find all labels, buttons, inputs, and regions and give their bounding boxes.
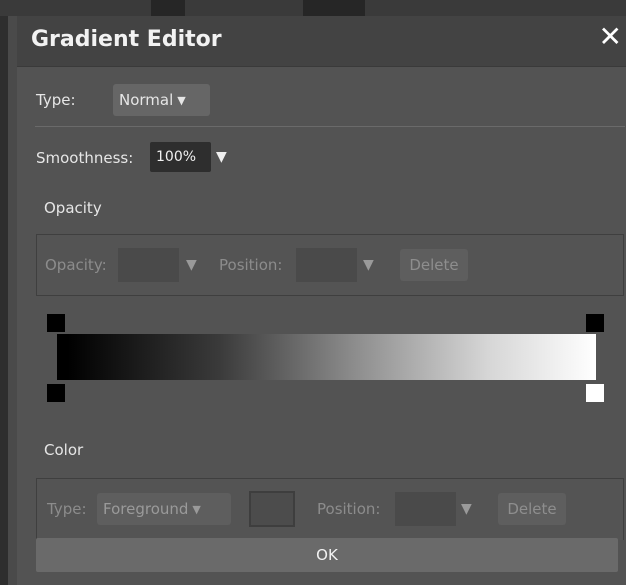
opacity-heading: Opacity	[44, 199, 102, 217]
color-stop-right[interactable]	[586, 384, 604, 402]
color-heading: Color	[44, 441, 84, 459]
background-left-edge	[0, 16, 8, 585]
color-position-dropdown-icon[interactable]: ▼	[461, 501, 472, 517]
chevron-down-icon: ▼	[192, 503, 201, 516]
type-dropdown[interactable]: Normal ▼	[113, 84, 210, 116]
opacity-position-dropdown-icon[interactable]: ▼	[363, 257, 374, 273]
dialog-title: Gradient Editor	[31, 27, 222, 52]
close-icon[interactable]: ✕	[599, 22, 622, 52]
opacity-delete-button[interactable]: Delete	[400, 249, 468, 281]
opacity-panel: Opacity: ▼ Position: ▼ Delete	[36, 234, 624, 296]
divider	[35, 126, 625, 127]
gradient-preview-bar[interactable]	[57, 334, 596, 380]
opacity-field-input[interactable]	[118, 248, 179, 282]
color-type-value: Foreground	[103, 500, 189, 518]
type-dropdown-value: Normal	[119, 91, 174, 109]
opacity-field-label: Opacity:	[45, 256, 107, 274]
background-tab	[151, 0, 185, 16]
opacity-position-label: Position:	[219, 256, 283, 274]
color-swatch[interactable]	[249, 491, 295, 527]
color-panel: Type: Foreground ▼ Position: ▼ Delete	[36, 478, 624, 540]
dialog-titlebar: Gradient Editor ✕	[17, 16, 626, 67]
color-delete-button[interactable]: Delete	[498, 493, 566, 525]
background-top-strip	[0, 0, 626, 16]
smoothness-input[interactable]: 100%	[150, 142, 211, 172]
opacity-stop-right[interactable]	[586, 314, 604, 332]
opacity-dropdown-icon[interactable]: ▼	[186, 257, 197, 273]
opacity-stop-left[interactable]	[47, 314, 65, 332]
color-type-label: Type:	[47, 500, 87, 518]
color-stop-left[interactable]	[47, 384, 65, 402]
smoothness-dropdown-icon[interactable]: ▼	[216, 149, 227, 165]
gradient-editor-dialog: Gradient Editor ✕ Type: Normal ▼ Smoothne…	[17, 16, 626, 585]
ok-button[interactable]: OK	[36, 538, 618, 572]
chevron-down-icon: ▼	[177, 94, 186, 107]
color-position-label: Position:	[317, 500, 381, 518]
type-label: Type:	[36, 91, 76, 109]
smoothness-label: Smoothness:	[36, 149, 134, 167]
color-type-dropdown[interactable]: Foreground ▼	[97, 493, 231, 525]
color-position-input[interactable]	[395, 492, 456, 526]
background-tab	[303, 0, 365, 16]
opacity-position-input[interactable]	[296, 248, 357, 282]
